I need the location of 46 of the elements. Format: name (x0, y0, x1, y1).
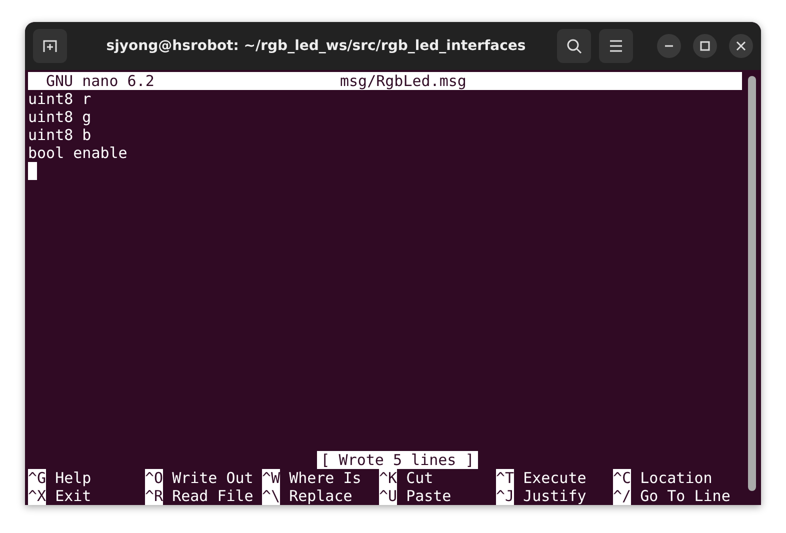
nano-version: GNU nano 6.2 (46, 72, 154, 90)
new-tab-icon (42, 38, 58, 54)
code-line: uint8 b (28, 126, 92, 144)
search-icon (566, 38, 582, 54)
shortcut-key: ^W (262, 469, 280, 487)
close-button[interactable] (729, 34, 753, 58)
file-name: msg/RgbLed.msg (340, 72, 466, 90)
shortcut-key: ^X (28, 487, 46, 505)
shortcut-label: Help (55, 469, 92, 487)
scrollbar[interactable] (748, 76, 756, 491)
new-tab-button[interactable] (33, 29, 67, 63)
code-line: uint8 g (28, 108, 92, 126)
shortcut-label: Paste (406, 487, 452, 505)
maximize-button[interactable] (693, 34, 717, 58)
shortcut-label: Cut (406, 469, 434, 487)
shortcut-key: ^U (379, 487, 398, 505)
shortcut-key: ^\ (262, 487, 280, 505)
shortcut-label: Execute (523, 469, 586, 487)
minimize-button[interactable] (657, 34, 681, 58)
shortcut-label: Go To Line (640, 487, 730, 505)
close-icon (736, 41, 746, 51)
shortcut-label: Location (640, 469, 712, 487)
shortcut-key: ^T (496, 469, 514, 487)
shortcut-label: Exit (55, 487, 92, 505)
shortcut-label: Read File (172, 487, 254, 505)
search-button[interactable] (557, 29, 591, 63)
minimize-icon (664, 45, 674, 47)
shortcut-key: ^/ (613, 487, 632, 505)
code-line: uint8 r (28, 90, 92, 108)
menu-icon (608, 39, 624, 53)
shortcut-key: ^C (613, 469, 632, 487)
shortcut-label: Write Out (172, 469, 254, 487)
shortcut-key: ^O (145, 469, 164, 487)
code-line: bool enable (28, 144, 128, 162)
menu-button[interactable] (599, 29, 633, 63)
shortcut-label: Justify (523, 487, 586, 505)
maximize-icon (700, 41, 710, 51)
shortcut-key: ^K (379, 469, 398, 487)
shortcut-label: Replace (289, 487, 352, 505)
shortcut-key: ^R (145, 487, 164, 505)
shortcut-label: Where Is (289, 469, 362, 487)
shortcut-key: ^J (496, 487, 514, 505)
window-title: sjyong@hsrobot: ~/rgb_led_ws/src/rgb_led_interfaces (105, 38, 527, 54)
text-cursor (28, 162, 37, 180)
shortcut-key: ^G (28, 469, 46, 487)
status-message: [ Wrote 5 lines ] (316, 451, 478, 469)
